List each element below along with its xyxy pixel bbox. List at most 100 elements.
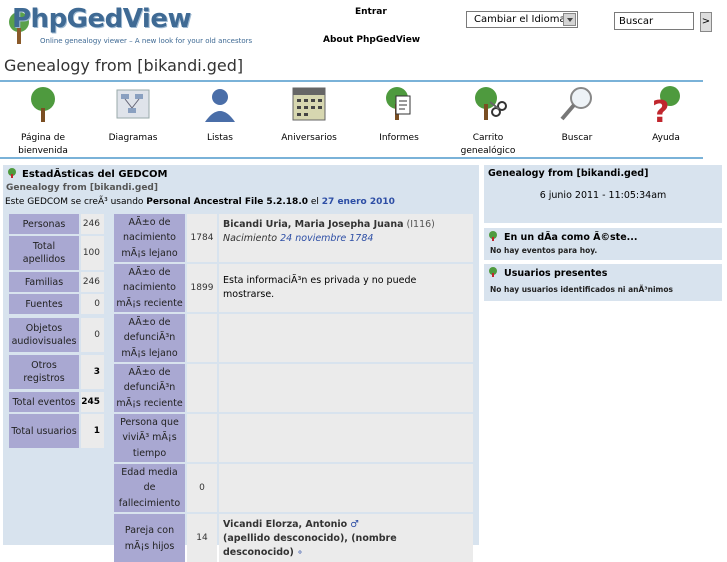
record-label-earliest-birth: AÃ±o de nacimiento mÃ¡s lejano: [114, 214, 185, 262]
menu-label: Listas: [207, 133, 233, 143]
event-prefix: Nacimiento: [223, 233, 278, 244]
count-label-media[interactable]: Objetos audiovisuales: [9, 318, 79, 352]
users-online-block: Usuarios presentes No hay usuarios ident…: [484, 264, 722, 301]
menu-item-home[interactable]: Página de bienvenida: [3, 84, 83, 158]
person-name-link[interactable]: Bicandi Uria, Maria Josepha Juana: [223, 219, 404, 230]
stats-title-text: EstadÃsticas del GEDCOM: [22, 169, 168, 180]
count-value: 0: [81, 294, 104, 314]
users-online-title-text: Usuarios presentes: [504, 268, 608, 279]
created-date-link[interactable]: 27 enero 2010: [322, 197, 395, 207]
menu-label: Aniversarios: [281, 133, 337, 143]
users-online-body: No hay usuarios identificados ni anÃ³nim…: [490, 285, 673, 294]
count-label-other-records: Otros registros: [9, 355, 79, 389]
count-value: 246: [81, 214, 104, 234]
menu-label: Buscar: [561, 133, 593, 143]
menu-label: Informes: [379, 133, 419, 143]
count-label-persons[interactable]: Personas: [9, 214, 79, 234]
count-label-families[interactable]: Familias: [9, 272, 79, 292]
language-select[interactable]: Cambiar el Idioma: [466, 11, 578, 28]
top-menu: Página de bienvenida Diagramas Listas An…: [0, 84, 727, 156]
record-year: 1899: [187, 264, 217, 312]
login-link[interactable]: Entrar: [355, 7, 387, 17]
gedcom-block: Genealogy from [bikandi.ged] 6 junio 201…: [484, 165, 722, 223]
gedcom-datetime: 6 junio 2011 - 11:05:34am: [539, 190, 667, 201]
home-tree-icon: [31, 87, 55, 122]
divider: [0, 157, 703, 159]
magnifier-icon: [560, 87, 592, 121]
record-label-average-age: Edad media de fallecimiento: [114, 464, 185, 512]
record-year: [187, 414, 217, 462]
count-label-surnames[interactable]: Total apellidos: [9, 236, 79, 270]
record-year: [187, 314, 217, 362]
record-detail-empty: [219, 464, 473, 512]
record-year: 1784: [187, 214, 217, 262]
record-detail-empty: [219, 414, 473, 462]
on-this-day-block: En un dÃa como Ã©ste... No hay eventos p…: [484, 228, 722, 260]
record-detail-empty: [219, 364, 473, 412]
users-online-title: Usuarios presentes: [484, 264, 722, 282]
record-label-earliest-death: AÃ±o de defunciÃ³n mÃ¡s lejano: [114, 314, 185, 362]
count-label-users: Total usuarios: [9, 414, 79, 448]
menu-item-reports[interactable]: Informes: [359, 84, 439, 145]
menu-item-help[interactable]: ? Ayuda: [626, 84, 706, 145]
record-year: [187, 364, 217, 412]
record-detail-most-children: Vicandi Elorza, Antonio ♂ (apellido desc…: [219, 514, 473, 562]
calendar-icon: [292, 87, 326, 121]
phpgedview-logo[interactable]: PhpGedView Online genealogy viewer – A n…: [4, 4, 284, 48]
search-submit-button[interactable]: >: [700, 12, 712, 32]
count-value: 100: [81, 236, 104, 270]
menu-item-charts[interactable]: Diagramas: [93, 84, 173, 145]
language-select-value: Cambiar el Idioma: [474, 14, 566, 25]
person-name-link[interactable]: Vicandi Elorza, Antonio: [223, 519, 347, 530]
event-date-link[interactable]: 24 noviembre 1784: [280, 233, 373, 244]
block-tree-icon: [489, 231, 497, 241]
menu-label: Carrito genealógico: [460, 133, 516, 156]
count-value: 0: [81, 318, 104, 352]
on-this-day-title: En un dÃa como Ã©ste...: [484, 228, 722, 246]
chevron-down-icon: [563, 13, 576, 26]
record-detail-empty: [219, 314, 473, 362]
count-label-sources[interactable]: Fuentes: [9, 294, 79, 314]
record-year: 14: [187, 514, 217, 562]
divider: [0, 80, 703, 82]
stats-subtitle: Genealogy from [bikandi.ged]: [6, 183, 158, 193]
record-detail-earliest-birth: Bicandi Uria, Maria Josepha Juana (I116)…: [219, 214, 473, 262]
created-software: Personal Ancestral File 5.2.18.0: [146, 197, 308, 207]
person-id: (I116): [406, 219, 435, 230]
logo-brand-text: PhpGedView: [12, 4, 192, 34]
on-this-day-body: No hay eventos para hoy.: [490, 246, 598, 255]
count-value: 3: [81, 355, 104, 389]
on-this-day-title-text: En un dÃa como Ã©ste...: [504, 232, 638, 243]
charts-icon: [116, 89, 150, 119]
count-value: 1: [81, 414, 104, 448]
menu-label: Diagramas: [108, 133, 158, 143]
menu-item-lists[interactable]: Listas: [180, 84, 260, 145]
menu-item-clippings[interactable]: Carrito genealógico: [448, 84, 528, 158]
gedcom-stats-block: EstadÃsticas del GEDCOM Genealogy from […: [3, 165, 479, 562]
unknown-sex-icon: ∘: [296, 547, 303, 558]
about-link[interactable]: About PhpGedView: [323, 35, 420, 45]
count-value: 245: [81, 392, 104, 412]
birth-event: Nacimiento 24 noviembre 1784: [223, 233, 373, 244]
record-label-most-children: Pareja con mÃ¡s hijos: [114, 514, 185, 562]
record-label-latest-death: AÃ±o de defunciÃ³n mÃ¡s reciente: [114, 364, 185, 412]
page-title: Genealogy from [bikandi.ged]: [4, 56, 244, 75]
record-label-latest-birth: AÃ±o de nacimiento mÃ¡s reciente: [114, 264, 185, 312]
created-prefix: Este GEDCOM se creÃ³ usando: [5, 197, 144, 207]
count-value: 246: [81, 272, 104, 292]
block-tree-icon: [489, 267, 497, 277]
menu-item-anniversaries[interactable]: Aniversarios: [269, 84, 349, 145]
clippings-cart-icon: [475, 87, 507, 120]
reports-icon: [386, 87, 411, 120]
search-input[interactable]: [614, 12, 694, 30]
help-icon: ?: [652, 86, 680, 130]
logo-tagline: Online genealogy viewer – A new look for…: [40, 37, 253, 45]
menu-item-search[interactable]: Buscar: [537, 84, 617, 145]
record-detail-private: Esta informaciÃ³n es privada y no puede …: [219, 264, 473, 312]
spouse-name-link[interactable]: (apellido desconocido), (nombre desconoc…: [223, 533, 397, 558]
menu-label: Página de bienvenida: [18, 133, 68, 156]
stats-created-line: Este GEDCOM se creÃ³ usando Personal Anc…: [5, 197, 395, 207]
gedcom-block-title: Genealogy from [bikandi.ged]: [488, 168, 649, 179]
record-label-longest-lived: Persona que viviÃ³ mÃ¡s tiempo: [114, 414, 185, 462]
menu-label: Ayuda: [652, 133, 680, 143]
